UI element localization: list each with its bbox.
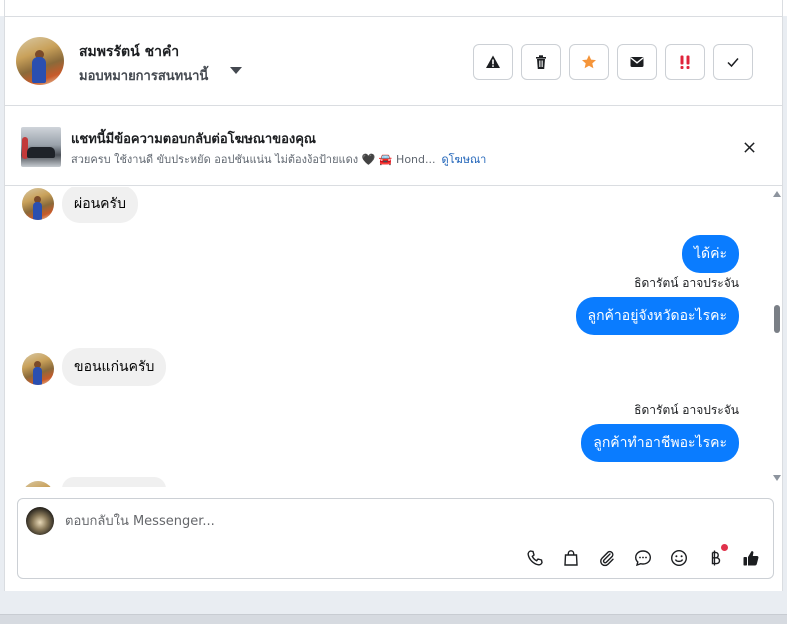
conversation-header: สมพรรัตน์ ชาคำ มอบหมายการสนทนานี้ [5,17,782,106]
ad-reply-banner: แชทนี้มีข้อความตอบกลับต่อโฆษณาของคุณ สวย… [5,106,782,186]
warning-icon [486,55,500,68]
conversation-panel: สมพรรัตน์ ชาคำ มอบหมายการสนทนานี้ แชทนี้… [4,16,783,591]
report-button[interactable] [473,44,513,80]
close-banner-button[interactable] [740,138,758,156]
view-ad-link[interactable]: ดูโฆษณา [442,153,487,166]
double-exclamation-icon [680,55,690,69]
taskbar-edge [0,614,787,624]
attach-button[interactable] [596,547,618,569]
thumbnail-car [27,147,55,158]
contact-avatar-small[interactable] [22,481,54,487]
message-scrollbar[interactable] [772,187,782,487]
sender-name: ธิดารัตน์ อาจประจัน [634,403,739,417]
paperclip-icon [600,550,614,567]
ad-thumbnail[interactable] [21,127,61,167]
sender-name: ธิดารัตน์ อาจประจัน [634,276,739,290]
saved-reply-button[interactable] [632,547,654,569]
outgoing-message[interactable]: ได้ค่ะ [681,235,739,273]
mark-done-button[interactable] [713,44,753,80]
scroll-up-arrow-icon[interactable] [773,191,781,197]
contact-name[interactable]: สมพรรัตน์ ชาคำ [79,41,179,63]
close-icon [743,141,755,153]
outgoing-message[interactable]: ลูกค้าทำอาชีพอะไรคะ [581,424,739,462]
contact-avatar-small[interactable] [22,353,54,385]
avatar-figure [33,367,42,385]
baht-payment-icon [711,550,721,566]
mark-unread-button[interactable] [617,44,657,80]
ad-text: สวยครบ ใช้งานดี ขับประหยัด ออปชันแน่น ไม… [71,153,436,166]
messenger-inbox-window: สมพรรัตน์ ชาคำ มอบหมายการสนทนานี้ แชทนี้… [0,0,787,624]
outgoing-message[interactable]: ลูกค้าอยู่จังหวัดอะไรคะ [575,297,739,335]
shop-button[interactable] [560,547,582,569]
page-avatar [26,507,54,535]
top-strip [0,0,787,16]
avatar-figure [33,202,42,220]
avatar-figure [32,57,46,83]
contact-avatar[interactable] [16,37,64,85]
incoming-message[interactable]: ผ่อนครับ [62,187,138,223]
chevron-down-icon[interactable] [230,67,242,74]
assign-conversation-label[interactable]: มอบหมายการสนทนานี้ [79,65,208,86]
check-icon [727,58,739,68]
emoji-button[interactable] [668,547,690,569]
ad-banner-text: สวยครบ ใช้งานดี ขับประหยัด ออปชันแน่น ไม… [71,150,486,168]
like-button[interactable] [740,547,762,569]
emoji-icon [670,549,688,567]
incoming-message-partial[interactable] [62,477,166,487]
scroll-thumb[interactable] [774,305,780,333]
incoming-message[interactable]: ขอนแก่นครับ [62,348,167,386]
reply-input[interactable] [65,511,665,531]
ad-banner-title: แชทนี้มีข้อความตอบกลับต่อโฆษณาของคุณ [71,132,316,147]
trash-icon [536,55,546,69]
shopping-bag-icon [564,550,578,566]
call-button[interactable] [524,547,546,569]
star-button[interactable] [569,44,609,80]
phone-icon [527,550,543,566]
message-list[interactable]: ผ่อนครับ ได้ค่ะ ธิดารัตน์ อาจประจัน ลูกค… [5,187,782,487]
delete-button[interactable] [521,44,561,80]
saved-reply-icon [634,550,652,567]
star-icon [582,55,596,69]
scroll-down-arrow-icon[interactable] [773,475,781,481]
divider [782,0,783,16]
envelope-icon [630,57,644,67]
thumbs-up-icon [743,551,759,566]
divider [4,0,5,16]
reply-composer [17,498,774,579]
contact-avatar-small[interactable] [22,188,54,220]
priority-button[interactable] [665,44,705,80]
notification-dot [721,544,728,551]
